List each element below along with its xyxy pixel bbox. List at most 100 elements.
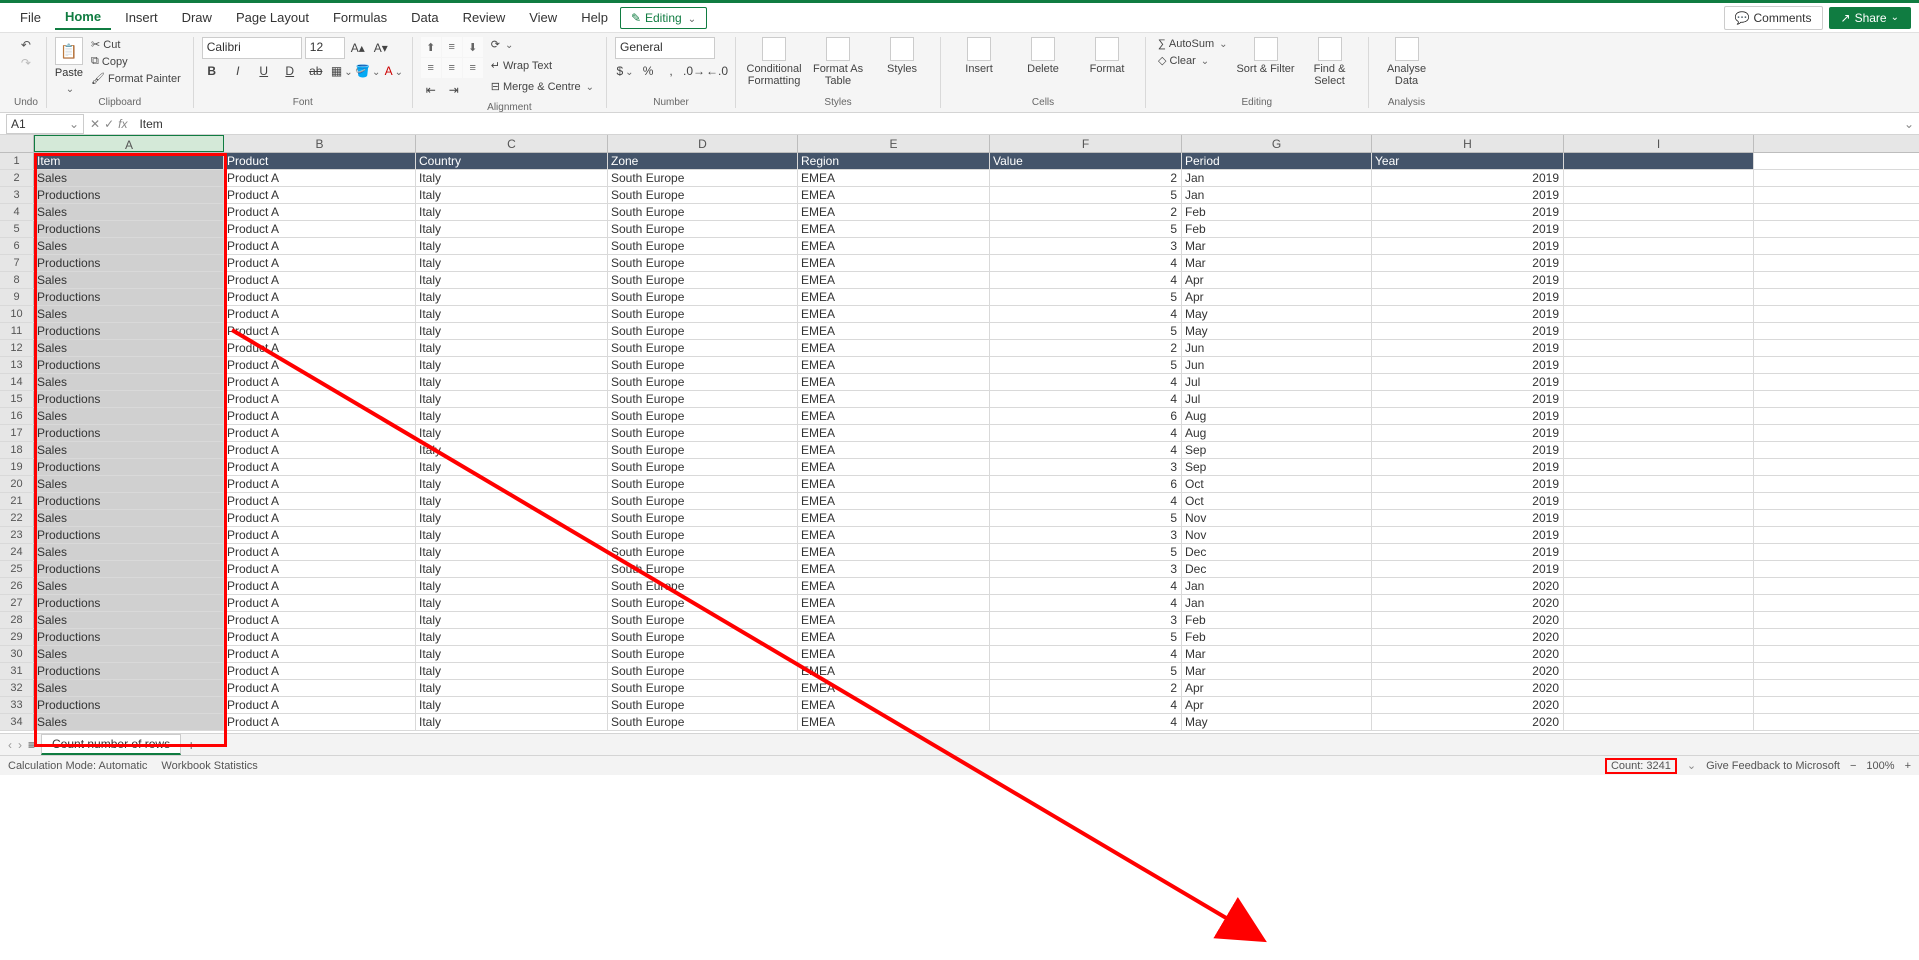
cell-B23[interactable]: Product A bbox=[224, 527, 416, 543]
cell-A5[interactable]: Productions bbox=[34, 221, 224, 237]
cell-D13[interactable]: South Europe bbox=[608, 357, 798, 373]
cell-C16[interactable]: Italy bbox=[416, 408, 608, 424]
cell-E27[interactable]: EMEA bbox=[798, 595, 990, 611]
cell-B22[interactable]: Product A bbox=[224, 510, 416, 526]
cell-B8[interactable]: Product A bbox=[224, 272, 416, 288]
row-header-34[interactable]: 34 bbox=[0, 714, 34, 730]
cell-E22[interactable]: EMEA bbox=[798, 510, 990, 526]
cell-C30[interactable]: Italy bbox=[416, 646, 608, 662]
cell-E20[interactable]: EMEA bbox=[798, 476, 990, 492]
cell-C20[interactable]: Italy bbox=[416, 476, 608, 492]
cell-E24[interactable]: EMEA bbox=[798, 544, 990, 560]
cell-A21[interactable]: Productions bbox=[34, 493, 224, 509]
cell-C13[interactable]: Italy bbox=[416, 357, 608, 373]
header-cell-G[interactable]: Period bbox=[1182, 153, 1372, 169]
cell-E31[interactable]: EMEA bbox=[798, 663, 990, 679]
cut-button[interactable]: ✂Cut bbox=[87, 37, 185, 52]
cell-A14[interactable]: Sales bbox=[34, 374, 224, 390]
cell-F24[interactable]: 5 bbox=[990, 544, 1182, 560]
cell-C25[interactable]: Italy bbox=[416, 561, 608, 577]
tab-page-layout[interactable]: Page Layout bbox=[226, 6, 319, 29]
cell-I33[interactable] bbox=[1564, 697, 1754, 713]
cell-C10[interactable]: Italy bbox=[416, 306, 608, 322]
cell-F10[interactable]: 4 bbox=[990, 306, 1182, 322]
cell-G18[interactable]: Sep bbox=[1182, 442, 1372, 458]
cell-E17[interactable]: EMEA bbox=[798, 425, 990, 441]
row-header-8[interactable]: 8 bbox=[0, 272, 34, 288]
italic-button[interactable]: I bbox=[228, 61, 248, 81]
row-header-17[interactable]: 17 bbox=[0, 425, 34, 441]
col-header-F[interactable]: F bbox=[990, 135, 1182, 152]
cell-A32[interactable]: Sales bbox=[34, 680, 224, 696]
col-header-C[interactable]: C bbox=[416, 135, 608, 152]
cell-H6[interactable]: 2019 bbox=[1372, 238, 1564, 254]
sheet-nav-next-icon[interactable]: › bbox=[18, 738, 22, 752]
cell-B2[interactable]: Product A bbox=[224, 170, 416, 186]
row-header-7[interactable]: 7 bbox=[0, 255, 34, 271]
underline-button[interactable]: U bbox=[254, 61, 274, 81]
cell-E18[interactable]: EMEA bbox=[798, 442, 990, 458]
cell-F15[interactable]: 4 bbox=[990, 391, 1182, 407]
cell-H5[interactable]: 2019 bbox=[1372, 221, 1564, 237]
cell-B19[interactable]: Product A bbox=[224, 459, 416, 475]
cell-H32[interactable]: 2020 bbox=[1372, 680, 1564, 696]
cell-C17[interactable]: Italy bbox=[416, 425, 608, 441]
cell-F33[interactable]: 4 bbox=[990, 697, 1182, 713]
cell-E15[interactable]: EMEA bbox=[798, 391, 990, 407]
align-center-icon[interactable]: ≡ bbox=[442, 58, 462, 78]
cell-G14[interactable]: Jul bbox=[1182, 374, 1372, 390]
cell-D19[interactable]: South Europe bbox=[608, 459, 798, 475]
number-format-select[interactable]: General bbox=[615, 37, 715, 59]
paste-dropdown[interactable] bbox=[64, 81, 74, 95]
share-button[interactable]: ↗Share⌄ bbox=[1829, 7, 1911, 29]
cell-I21[interactable] bbox=[1564, 493, 1754, 509]
cell-C19[interactable]: Italy bbox=[416, 459, 608, 475]
cell-D23[interactable]: South Europe bbox=[608, 527, 798, 543]
col-header-G[interactable]: G bbox=[1182, 135, 1372, 152]
col-header-A[interactable]: A bbox=[34, 135, 224, 152]
cell-B21[interactable]: Product A bbox=[224, 493, 416, 509]
cell-I32[interactable] bbox=[1564, 680, 1754, 696]
cell-C9[interactable]: Italy bbox=[416, 289, 608, 305]
cell-E30[interactable]: EMEA bbox=[798, 646, 990, 662]
row-header-27[interactable]: 27 bbox=[0, 595, 34, 611]
cell-C24[interactable]: Italy bbox=[416, 544, 608, 560]
cell-C6[interactable]: Italy bbox=[416, 238, 608, 254]
row-header-25[interactable]: 25 bbox=[0, 561, 34, 577]
cell-F13[interactable]: 5 bbox=[990, 357, 1182, 373]
cell-G22[interactable]: Nov bbox=[1182, 510, 1372, 526]
cell-D15[interactable]: South Europe bbox=[608, 391, 798, 407]
row-header-15[interactable]: 15 bbox=[0, 391, 34, 407]
redo-icon[interactable]: ↷ bbox=[18, 55, 34, 71]
cell-I34[interactable] bbox=[1564, 714, 1754, 730]
cell-A16[interactable]: Sales bbox=[34, 408, 224, 424]
cell-A19[interactable]: Productions bbox=[34, 459, 224, 475]
cell-F7[interactable]: 4 bbox=[990, 255, 1182, 271]
cell-I16[interactable] bbox=[1564, 408, 1754, 424]
cell-F23[interactable]: 3 bbox=[990, 527, 1182, 543]
cell-D17[interactable]: South Europe bbox=[608, 425, 798, 441]
cell-A33[interactable]: Productions bbox=[34, 697, 224, 713]
cell-F4[interactable]: 2 bbox=[990, 204, 1182, 220]
cell-I10[interactable] bbox=[1564, 306, 1754, 322]
row-header-26[interactable]: 26 bbox=[0, 578, 34, 594]
cell-I23[interactable] bbox=[1564, 527, 1754, 543]
cell-F8[interactable]: 4 bbox=[990, 272, 1182, 288]
increase-decimal-button[interactable]: .0→ bbox=[684, 61, 704, 81]
cell-H2[interactable]: 2019 bbox=[1372, 170, 1564, 186]
cell-A13[interactable]: Productions bbox=[34, 357, 224, 373]
cell-E28[interactable]: EMEA bbox=[798, 612, 990, 628]
row-header-32[interactable]: 32 bbox=[0, 680, 34, 696]
cell-A25[interactable]: Productions bbox=[34, 561, 224, 577]
row-header-16[interactable]: 16 bbox=[0, 408, 34, 424]
tab-help[interactable]: Help bbox=[571, 6, 618, 29]
tab-view[interactable]: View bbox=[519, 6, 567, 29]
cell-E11[interactable]: EMEA bbox=[798, 323, 990, 339]
cell-C33[interactable]: Italy bbox=[416, 697, 608, 713]
cell-I3[interactable] bbox=[1564, 187, 1754, 203]
tab-data[interactable]: Data bbox=[401, 6, 448, 29]
cell-C8[interactable]: Italy bbox=[416, 272, 608, 288]
align-top-icon[interactable]: ⬆ bbox=[421, 37, 441, 57]
align-middle-icon[interactable]: ≡ bbox=[442, 37, 462, 57]
cell-I29[interactable] bbox=[1564, 629, 1754, 645]
